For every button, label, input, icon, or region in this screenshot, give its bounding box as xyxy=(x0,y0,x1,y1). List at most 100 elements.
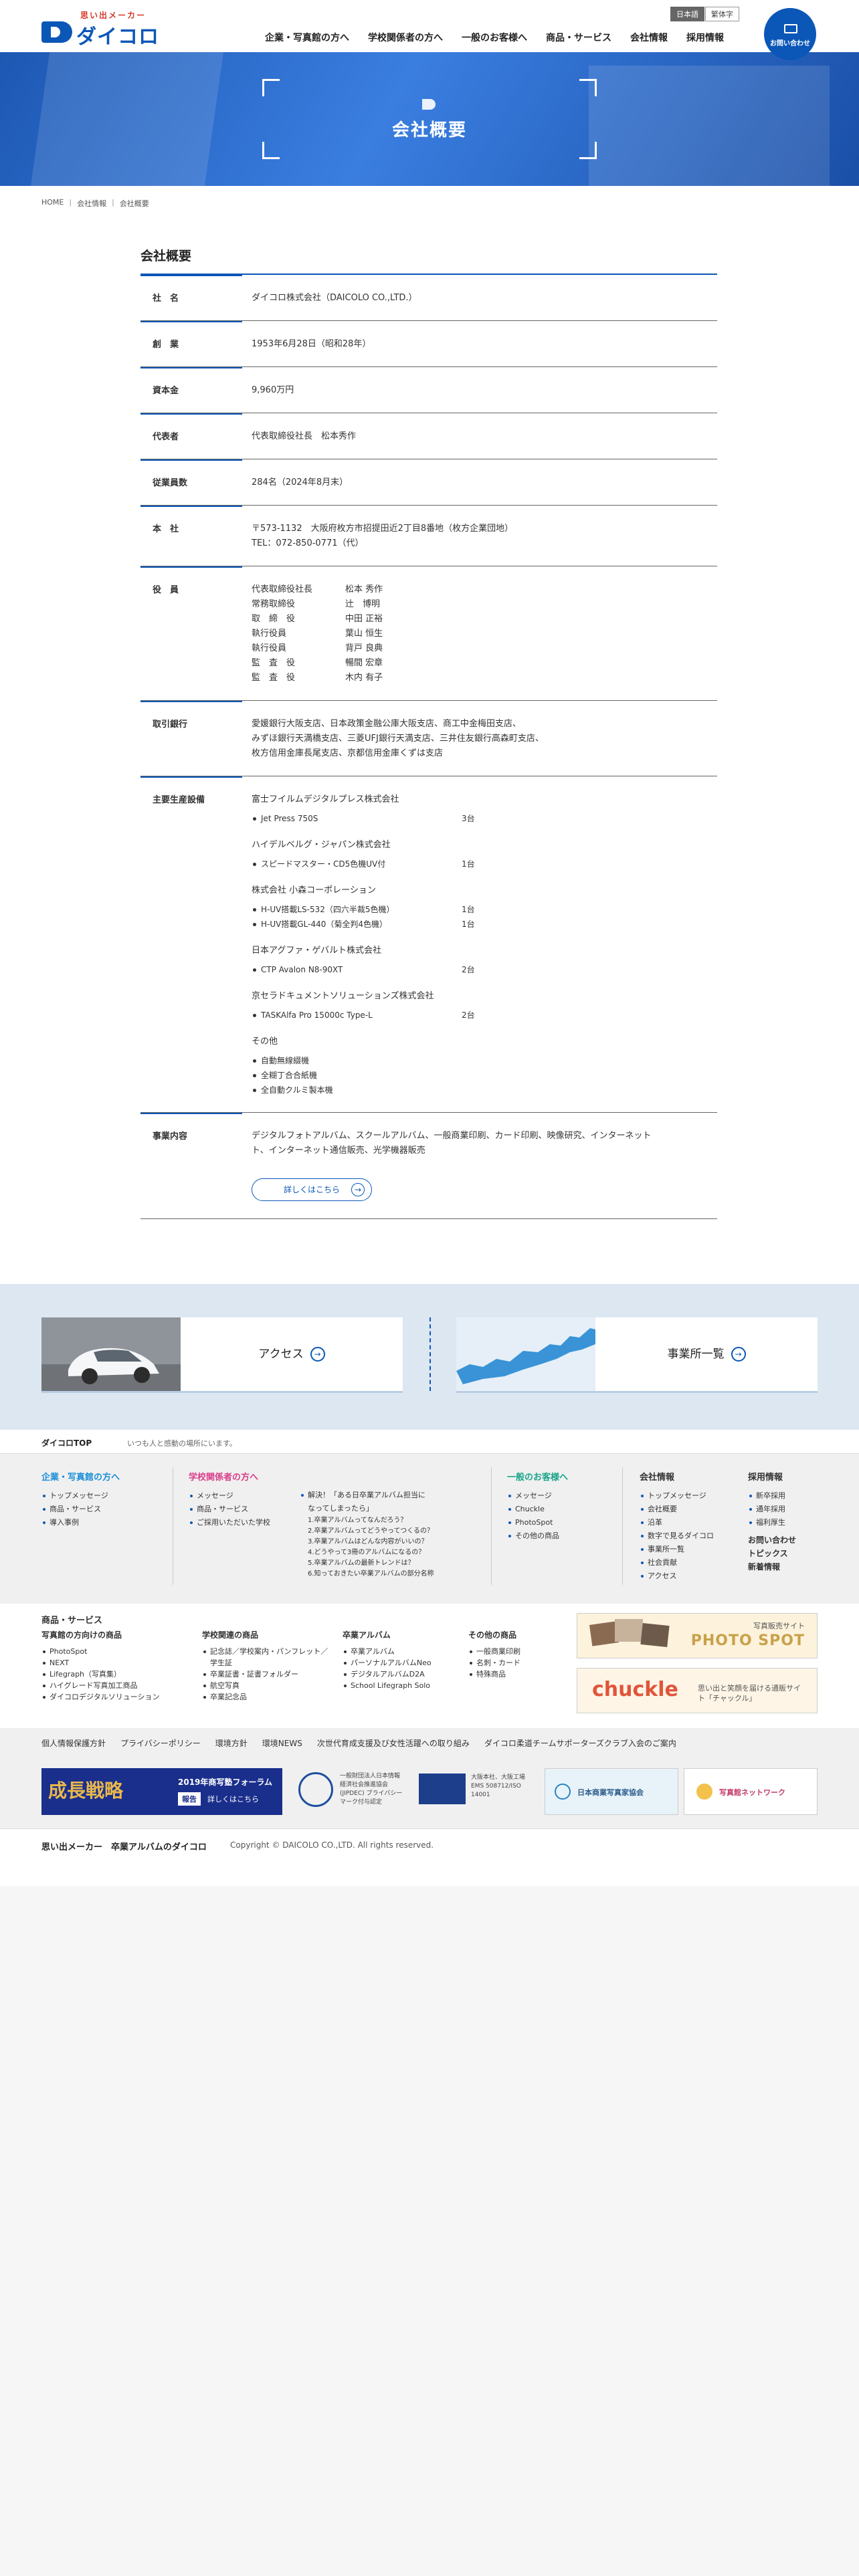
officer-list: 代表取締役社長 松本 秀作 常務取締役 辻 博明 取 締 役 中田 正裕 執行役員 葉山… xyxy=(252,582,717,685)
officer-name: 背戸 良典 xyxy=(345,643,383,653)
footer-link[interactable]: 商品・サービス xyxy=(189,1503,270,1516)
product-link[interactable]: NEXT xyxy=(41,1657,160,1669)
product-link[interactable]: 航空写真 xyxy=(202,1680,329,1691)
footer-link[interactable]: 沿革 xyxy=(640,1516,714,1529)
footer-home-link[interactable]: ダイコロTOP xyxy=(41,1437,92,1448)
policy-link[interactable]: ダイコロ柔道チームサポーターズクラブ入会のご案内 xyxy=(484,1737,676,1752)
equipment-item: CTP Avalon N8-90XT 2台 xyxy=(252,962,717,977)
policy-link[interactable]: プライバシーポリシー xyxy=(120,1737,201,1752)
product-link[interactable]: デジタルアルバムD2A xyxy=(343,1669,432,1680)
product-link[interactable]: 名刺・カード xyxy=(468,1657,520,1669)
footer-link[interactable]: アクセス xyxy=(640,1570,714,1583)
faq-link[interactable]: 4.どうやって3冊のアルバムになるの？ xyxy=(308,1547,434,1558)
photospot-banner[interactable]: 写真販売サイト PHOTO SPOT xyxy=(577,1613,818,1658)
footer-link[interactable]: 商品・サービス xyxy=(41,1503,120,1516)
footer-link[interactable]: Chuckle xyxy=(507,1503,568,1516)
nav-general[interactable]: 一般のお客様へ xyxy=(452,31,537,44)
product-link[interactable]: 特殊商品 xyxy=(468,1669,520,1680)
policy-link[interactable]: 次世代育成支援及び女性活躍への取り組み xyxy=(317,1737,470,1752)
nav-products[interactable]: 商品・サービス xyxy=(537,31,621,44)
equipment-company: 日本アグファ・ゲバルト株式会社 xyxy=(252,946,382,956)
breadcrumb-company[interactable]: 会社情報 xyxy=(77,198,106,209)
page-hero: 会社概要 xyxy=(0,52,859,186)
row-value: 9,960万円 xyxy=(252,385,294,395)
product-link[interactable]: パーソナルアルバムNeo xyxy=(343,1657,432,1669)
jppa-banner[interactable]: 日本商業写真家協会 xyxy=(545,1768,678,1815)
footer-link[interactable]: ご採用いただいた学校 xyxy=(189,1516,270,1529)
product-link[interactable]: Lifegraph（写真集） xyxy=(41,1669,160,1680)
chuckle-banner[interactable]: chuckle 思い出と笑顔を届ける通販サイト「チャックル」 xyxy=(577,1668,818,1713)
footer-link[interactable]: トップメッセージ xyxy=(41,1489,120,1503)
profile-row-representative: 代表者 代表取締役社長 松本秀作 xyxy=(140,413,717,459)
footer-col-faq: 解決！「ある日卒業アルバム担当に なってしまったら」 1.卒業アルバムってなんだ… xyxy=(300,1489,434,1580)
faq-link[interactable]: 1.卒業アルバムってなんだろう？ xyxy=(308,1515,434,1526)
contact-button[interactable]: お問い合わせ xyxy=(764,8,816,60)
footer-topics-link[interactable]: トピックス xyxy=(748,1547,796,1560)
policy-link[interactable]: 環境方針 xyxy=(215,1737,248,1752)
row-label: 代表者 xyxy=(140,413,252,444)
offices-card[interactable]: 事業所一覧 → xyxy=(456,1317,818,1391)
product-link[interactable]: 卒業記念品 xyxy=(202,1691,329,1703)
product-link[interactable]: 卒業証書・証書フォルダー xyxy=(202,1669,329,1680)
faq-link[interactable]: 2.卒業アルバムってどうやってつくるの？ xyxy=(308,1526,434,1537)
policy-link[interactable]: 個人情報保護方針 xyxy=(41,1737,106,1752)
faq-link[interactable]: 6.知っておきたい卒業アルバムの部分名称 xyxy=(308,1569,434,1580)
footer-link[interactable]: 事業所一覧 xyxy=(640,1543,714,1556)
growth-strategy-banner[interactable]: 成長戦略 2019年商写塾フォーラム 報告 詳しくはこちら xyxy=(41,1768,282,1815)
nav-company[interactable]: 会社情報 xyxy=(621,31,677,44)
footer-link[interactable]: 福利厚生 xyxy=(748,1516,796,1529)
iso-banner[interactable]: 大阪本社、大阪工場 EMS 508712/ISO 14001 xyxy=(419,1768,526,1815)
product-link[interactable]: PhotoSpot xyxy=(41,1646,160,1657)
footer-link[interactable]: 数字で見るダイコロ xyxy=(640,1529,714,1543)
product-link[interactable]: 一般商業印刷 xyxy=(468,1646,520,1657)
breadcrumb-current: 会社概要 xyxy=(119,199,149,208)
global-nav: 企業・写真館の方へ 学校関係者の方へ 一般のお客様へ 商品・サービス 会社情報 … xyxy=(256,31,733,44)
equipment-item: 全糊丁合合紙機 xyxy=(252,1068,717,1083)
footer-col-title: 会社情報 xyxy=(640,1473,675,1483)
footer-link[interactable]: 導入事例 xyxy=(41,1516,120,1529)
site-logo[interactable]: 思い出メーカー ダイコロ xyxy=(41,9,169,49)
nav-recruit[interactable]: 採用情報 xyxy=(677,31,733,44)
footer-link[interactable]: メッセージ xyxy=(507,1489,568,1503)
faq-link[interactable]: 5.卒業アルバムの最新トレンドは？ xyxy=(308,1558,434,1569)
footer-col-title: 一般のお客様へ xyxy=(507,1473,569,1483)
footer-link[interactable]: その他の商品 xyxy=(507,1529,568,1543)
footer-col-recruit: 採用情報 新卒採用 通年採用 福利厚生 お問い合わせ トピックス 新着情報 xyxy=(748,1470,796,1574)
footer-contact-link[interactable]: お問い合わせ xyxy=(748,1533,796,1547)
nav-corporate[interactable]: 企業・写真館の方へ xyxy=(256,31,359,44)
privacy-mark-banner[interactable]: 一般財団法人日本情報経済社会推進協会(JIPDEC) プライバシーマーク付与認定 xyxy=(298,1768,405,1815)
footer-link-cont: なってしまったら」 xyxy=(308,1504,374,1513)
access-card[interactable]: アクセス → xyxy=(41,1317,403,1391)
lang-zh-button[interactable]: 繁体字 xyxy=(705,7,739,21)
product-link[interactable]: 記念誌／学校案内・パンフレット／学生証 xyxy=(202,1646,329,1669)
equipment-qty: 2台 xyxy=(462,1010,475,1020)
breadcrumb-home[interactable]: HOME xyxy=(41,198,64,209)
footer-link[interactable]: トップメッセージ xyxy=(640,1489,714,1503)
footer-col-title: 学校関係者の方へ xyxy=(189,1473,259,1483)
profile-row-business: 事業内容 デジタルフォトアルバム、スクールアルバム、一般商業印刷、カード印刷、映… xyxy=(140,1113,717,1219)
more-details-label: 詳しくはこちら xyxy=(283,1185,340,1194)
footer-link[interactable]: 会社概要 xyxy=(640,1503,714,1516)
bank-line: 枚方信用金庫長尾支店、京都信用金庫くずは支店 xyxy=(252,748,444,758)
product-link[interactable]: School Lifegraph Solo xyxy=(343,1680,432,1691)
footer-link[interactable]: PhotoSpot xyxy=(507,1516,568,1529)
footer-link[interactable]: 通年採用 xyxy=(748,1503,796,1516)
photo-network-banner[interactable]: 写真館ネットワーク xyxy=(684,1768,818,1815)
more-details-button[interactable]: 詳しくはこちら → xyxy=(252,1178,372,1201)
chuckle-sub: 思い出と笑顔を届ける通販サイト「チャックル」 xyxy=(698,1684,801,1703)
nav-school[interactable]: 学校関係者の方へ xyxy=(359,31,452,44)
lang-ja-button[interactable]: 日本語 xyxy=(670,7,704,21)
product-link[interactable]: ハイグレード写真加工商品 xyxy=(41,1680,160,1691)
policy-link[interactable]: 環境NEWS xyxy=(262,1737,302,1752)
footer-news-link[interactable]: 新着情報 xyxy=(748,1560,796,1574)
footer-link[interactable]: メッセージ xyxy=(189,1489,270,1503)
product-link[interactable]: 卒業アルバム xyxy=(343,1646,432,1657)
row-label: 役 員 xyxy=(140,566,252,685)
footer-col-company: 会社情報 トップメッセージ 会社概要 沿革 数字で見るダイコロ 事業所一覧 社会… xyxy=(640,1470,714,1583)
faq-link[interactable]: 3.卒業アルバムはどんな内容がいいの？ xyxy=(308,1537,434,1547)
footer-link[interactable]: 社会貢献 xyxy=(640,1556,714,1570)
footer-link[interactable]: 解決！「ある日卒業アルバム担当に xyxy=(300,1489,434,1502)
product-link[interactable]: ダイコロデジタルソリューション xyxy=(41,1691,160,1703)
footer-nav: 企業・写真館の方へ トップメッセージ 商品・サービス 導入事例 学校関係者の方へ… xyxy=(0,1454,859,1604)
footer-link[interactable]: 新卒採用 xyxy=(748,1489,796,1503)
